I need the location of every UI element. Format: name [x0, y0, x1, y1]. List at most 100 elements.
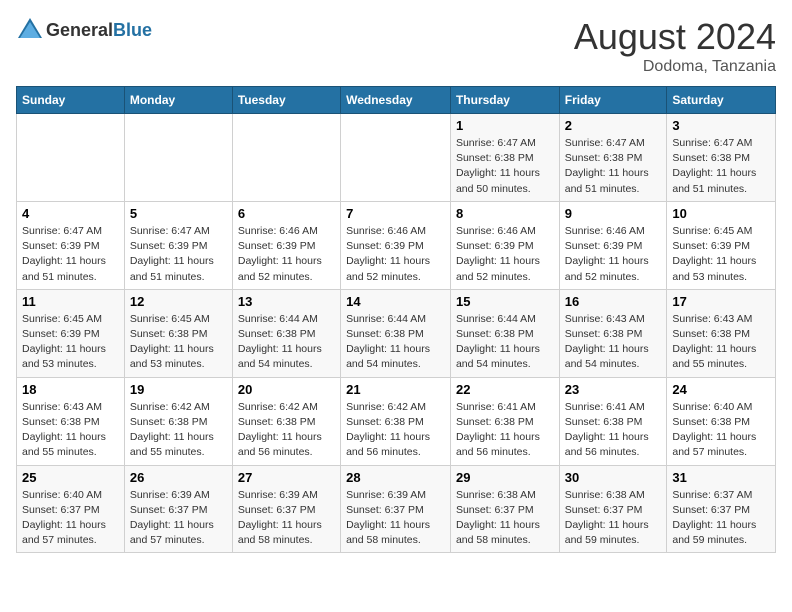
day-of-week-header: Friday — [559, 87, 667, 114]
calendar-cell: 10 Sunrise: 6:45 AMSunset: 6:39 PMDayligh… — [667, 201, 776, 289]
day-of-week-header: Tuesday — [232, 87, 340, 114]
calendar-body: 1 Sunrise: 6:47 AMSunset: 6:38 PMDaylight… — [17, 114, 776, 553]
calendar-cell: 31 Sunrise: 6:37 AMSunset: 6:37 PMDayligh… — [667, 465, 776, 553]
day-number: 21 — [346, 382, 445, 397]
calendar-cell: 13 Sunrise: 6:44 AMSunset: 6:38 PMDayligh… — [232, 289, 340, 377]
day-info: Sunrise: 6:43 AMSunset: 6:38 PMDaylight:… — [672, 312, 770, 373]
calendar-cell: 25Sunrise: 6:40 AMSunset: 6:37 PMDayligh… — [17, 465, 125, 553]
day-number: 22 — [456, 382, 554, 397]
day-number: 1 — [456, 118, 554, 133]
day-info: Sunrise: 6:37 AMSunset: 6:37 PMDaylight:… — [672, 488, 770, 549]
calendar-cell: 20Sunrise: 6:42 AMSunset: 6:38 PMDayligh… — [232, 377, 340, 465]
day-number: 4 — [22, 206, 119, 221]
calendar-cell: 17 Sunrise: 6:43 AMSunset: 6:38 PMDayligh… — [667, 289, 776, 377]
day-number: 12 — [130, 294, 227, 309]
calendar-cell: 28 Sunrise: 6:39 AMSunset: 6:37 PMDayligh… — [341, 465, 451, 553]
day-number: 10 — [672, 206, 770, 221]
day-info: Sunrise: 6:47 AMSunset: 6:38 PMDaylight:… — [565, 136, 662, 197]
day-number: 5 — [130, 206, 227, 221]
calendar-cell — [17, 114, 125, 202]
day-number: 27 — [238, 470, 335, 485]
logo: GeneralBlue — [16, 16, 152, 44]
day-info: Sunrise: 6:47 AMSunset: 6:39 PMDaylight:… — [22, 224, 119, 285]
calendar-cell: 16Sunrise: 6:43 AMSunset: 6:38 PMDayligh… — [559, 289, 667, 377]
day-info: Sunrise: 6:47 AMSunset: 6:38 PMDaylight:… — [672, 136, 770, 197]
day-info: Sunrise: 6:47 AMSunset: 6:38 PMDaylight:… — [456, 136, 554, 197]
day-number: 13 — [238, 294, 335, 309]
day-info: Sunrise: 6:44 AMSunset: 6:38 PMDaylight:… — [238, 312, 335, 373]
day-number: 30 — [565, 470, 662, 485]
calendar-cell: 4 Sunrise: 6:47 AMSunset: 6:39 PMDaylight… — [17, 201, 125, 289]
day-number: 8 — [456, 206, 554, 221]
title-block: August 2024 Dodoma, Tanzania — [574, 16, 776, 76]
day-number: 28 — [346, 470, 445, 485]
day-number: 3 — [672, 118, 770, 133]
page-header: GeneralBlue August 2024 Dodoma, Tanzania — [16, 16, 776, 76]
day-number: 17 — [672, 294, 770, 309]
day-number: 31 — [672, 470, 770, 485]
calendar-cell: 27 Sunrise: 6:39 AMSunset: 6:37 PMDayligh… — [232, 465, 340, 553]
day-info: Sunrise: 6:41 AMSunset: 6:38 PMDaylight:… — [565, 400, 662, 461]
day-of-week-header: Thursday — [450, 87, 559, 114]
day-info: Sunrise: 6:39 AMSunset: 6:37 PMDaylight:… — [346, 488, 445, 549]
calendar-cell: 3 Sunrise: 6:47 AMSunset: 6:38 PMDaylight… — [667, 114, 776, 202]
calendar-location: Dodoma, Tanzania — [574, 58, 776, 76]
day-number: 6 — [238, 206, 335, 221]
day-number: 14 — [346, 294, 445, 309]
day-number: 23 — [565, 382, 662, 397]
calendar-cell: 24Sunrise: 6:40 AMSunset: 6:38 PMDayligh… — [667, 377, 776, 465]
calendar-cell: 1 Sunrise: 6:47 AMSunset: 6:38 PMDaylight… — [450, 114, 559, 202]
day-info: Sunrise: 6:46 AMSunset: 6:39 PMDaylight:… — [565, 224, 662, 285]
calendar-cell — [124, 114, 232, 202]
calendar-header-row: SundayMondayTuesdayWednesdayThursdayFrid… — [17, 87, 776, 114]
calendar-cell: 2 Sunrise: 6:47 AMSunset: 6:38 PMDaylight… — [559, 114, 667, 202]
calendar-cell — [232, 114, 340, 202]
calendar-cell: 6 Sunrise: 6:46 AMSunset: 6:39 PMDaylight… — [232, 201, 340, 289]
calendar-cell: 11Sunrise: 6:45 AMSunset: 6:39 PMDayligh… — [17, 289, 125, 377]
calendar-cell: 22Sunrise: 6:41 AMSunset: 6:38 PMDayligh… — [450, 377, 559, 465]
day-info: Sunrise: 6:46 AMSunset: 6:39 PMDaylight:… — [238, 224, 335, 285]
calendar-week-row: 4 Sunrise: 6:47 AMSunset: 6:39 PMDaylight… — [17, 201, 776, 289]
day-number: 7 — [346, 206, 445, 221]
day-number: 26 — [130, 470, 227, 485]
day-number: 2 — [565, 118, 662, 133]
day-number: 19 — [130, 382, 227, 397]
calendar-cell: 30 Sunrise: 6:38 AMSunset: 6:37 PMDayligh… — [559, 465, 667, 553]
calendar-table: SundayMondayTuesdayWednesdayThursdayFrid… — [16, 86, 776, 553]
day-info: Sunrise: 6:46 AMSunset: 6:39 PMDaylight:… — [456, 224, 554, 285]
day-info: Sunrise: 6:43 AMSunset: 6:38 PMDaylight:… — [22, 400, 119, 461]
calendar-cell — [341, 114, 451, 202]
day-info: Sunrise: 6:39 AMSunset: 6:37 PMDaylight:… — [238, 488, 335, 549]
calendar-cell: 29Sunrise: 6:38 AMSunset: 6:37 PMDayligh… — [450, 465, 559, 553]
calendar-cell: 18 Sunrise: 6:43 AMSunset: 6:38 PMDayligh… — [17, 377, 125, 465]
calendar-week-row: 18 Sunrise: 6:43 AMSunset: 6:38 PMDayligh… — [17, 377, 776, 465]
day-info: Sunrise: 6:42 AMSunset: 6:38 PMDaylight:… — [346, 400, 445, 461]
calendar-cell: 7 Sunrise: 6:46 AMSunset: 6:39 PMDaylight… — [341, 201, 451, 289]
calendar-cell: 23 Sunrise: 6:41 AMSunset: 6:38 PMDayligh… — [559, 377, 667, 465]
day-info: Sunrise: 6:46 AMSunset: 6:39 PMDaylight:… — [346, 224, 445, 285]
day-number: 18 — [22, 382, 119, 397]
day-of-week-header: Wednesday — [341, 87, 451, 114]
day-info: Sunrise: 6:45 AMSunset: 6:39 PMDaylight:… — [22, 312, 119, 373]
day-of-week-header: Sunday — [17, 87, 125, 114]
day-info: Sunrise: 6:40 AMSunset: 6:38 PMDaylight:… — [672, 400, 770, 461]
day-info: Sunrise: 6:45 AMSunset: 6:38 PMDaylight:… — [130, 312, 227, 373]
calendar-week-row: 11Sunrise: 6:45 AMSunset: 6:39 PMDayligh… — [17, 289, 776, 377]
logo-icon — [16, 16, 44, 44]
day-number: 15 — [456, 294, 554, 309]
logo-text-general: General — [46, 20, 113, 40]
day-info: Sunrise: 6:39 AMSunset: 6:37 PMDaylight:… — [130, 488, 227, 549]
calendar-cell: 26 Sunrise: 6:39 AMSunset: 6:37 PMDayligh… — [124, 465, 232, 553]
calendar-cell: 15 Sunrise: 6:44 AMSunset: 6:38 PMDayligh… — [450, 289, 559, 377]
calendar-title: August 2024 — [574, 16, 776, 58]
day-info: Sunrise: 6:42 AMSunset: 6:38 PMDaylight:… — [130, 400, 227, 461]
day-info: Sunrise: 6:44 AMSunset: 6:38 PMDaylight:… — [456, 312, 554, 373]
calendar-cell: 9Sunrise: 6:46 AMSunset: 6:39 PMDaylight… — [559, 201, 667, 289]
calendar-cell: 8 Sunrise: 6:46 AMSunset: 6:39 PMDaylight… — [450, 201, 559, 289]
day-number: 16 — [565, 294, 662, 309]
day-info: Sunrise: 6:44 AMSunset: 6:38 PMDaylight:… — [346, 312, 445, 373]
day-info: Sunrise: 6:38 AMSunset: 6:37 PMDaylight:… — [565, 488, 662, 549]
day-number: 29 — [456, 470, 554, 485]
day-info: Sunrise: 6:45 AMSunset: 6:39 PMDaylight:… — [672, 224, 770, 285]
day-number: 25 — [22, 470, 119, 485]
